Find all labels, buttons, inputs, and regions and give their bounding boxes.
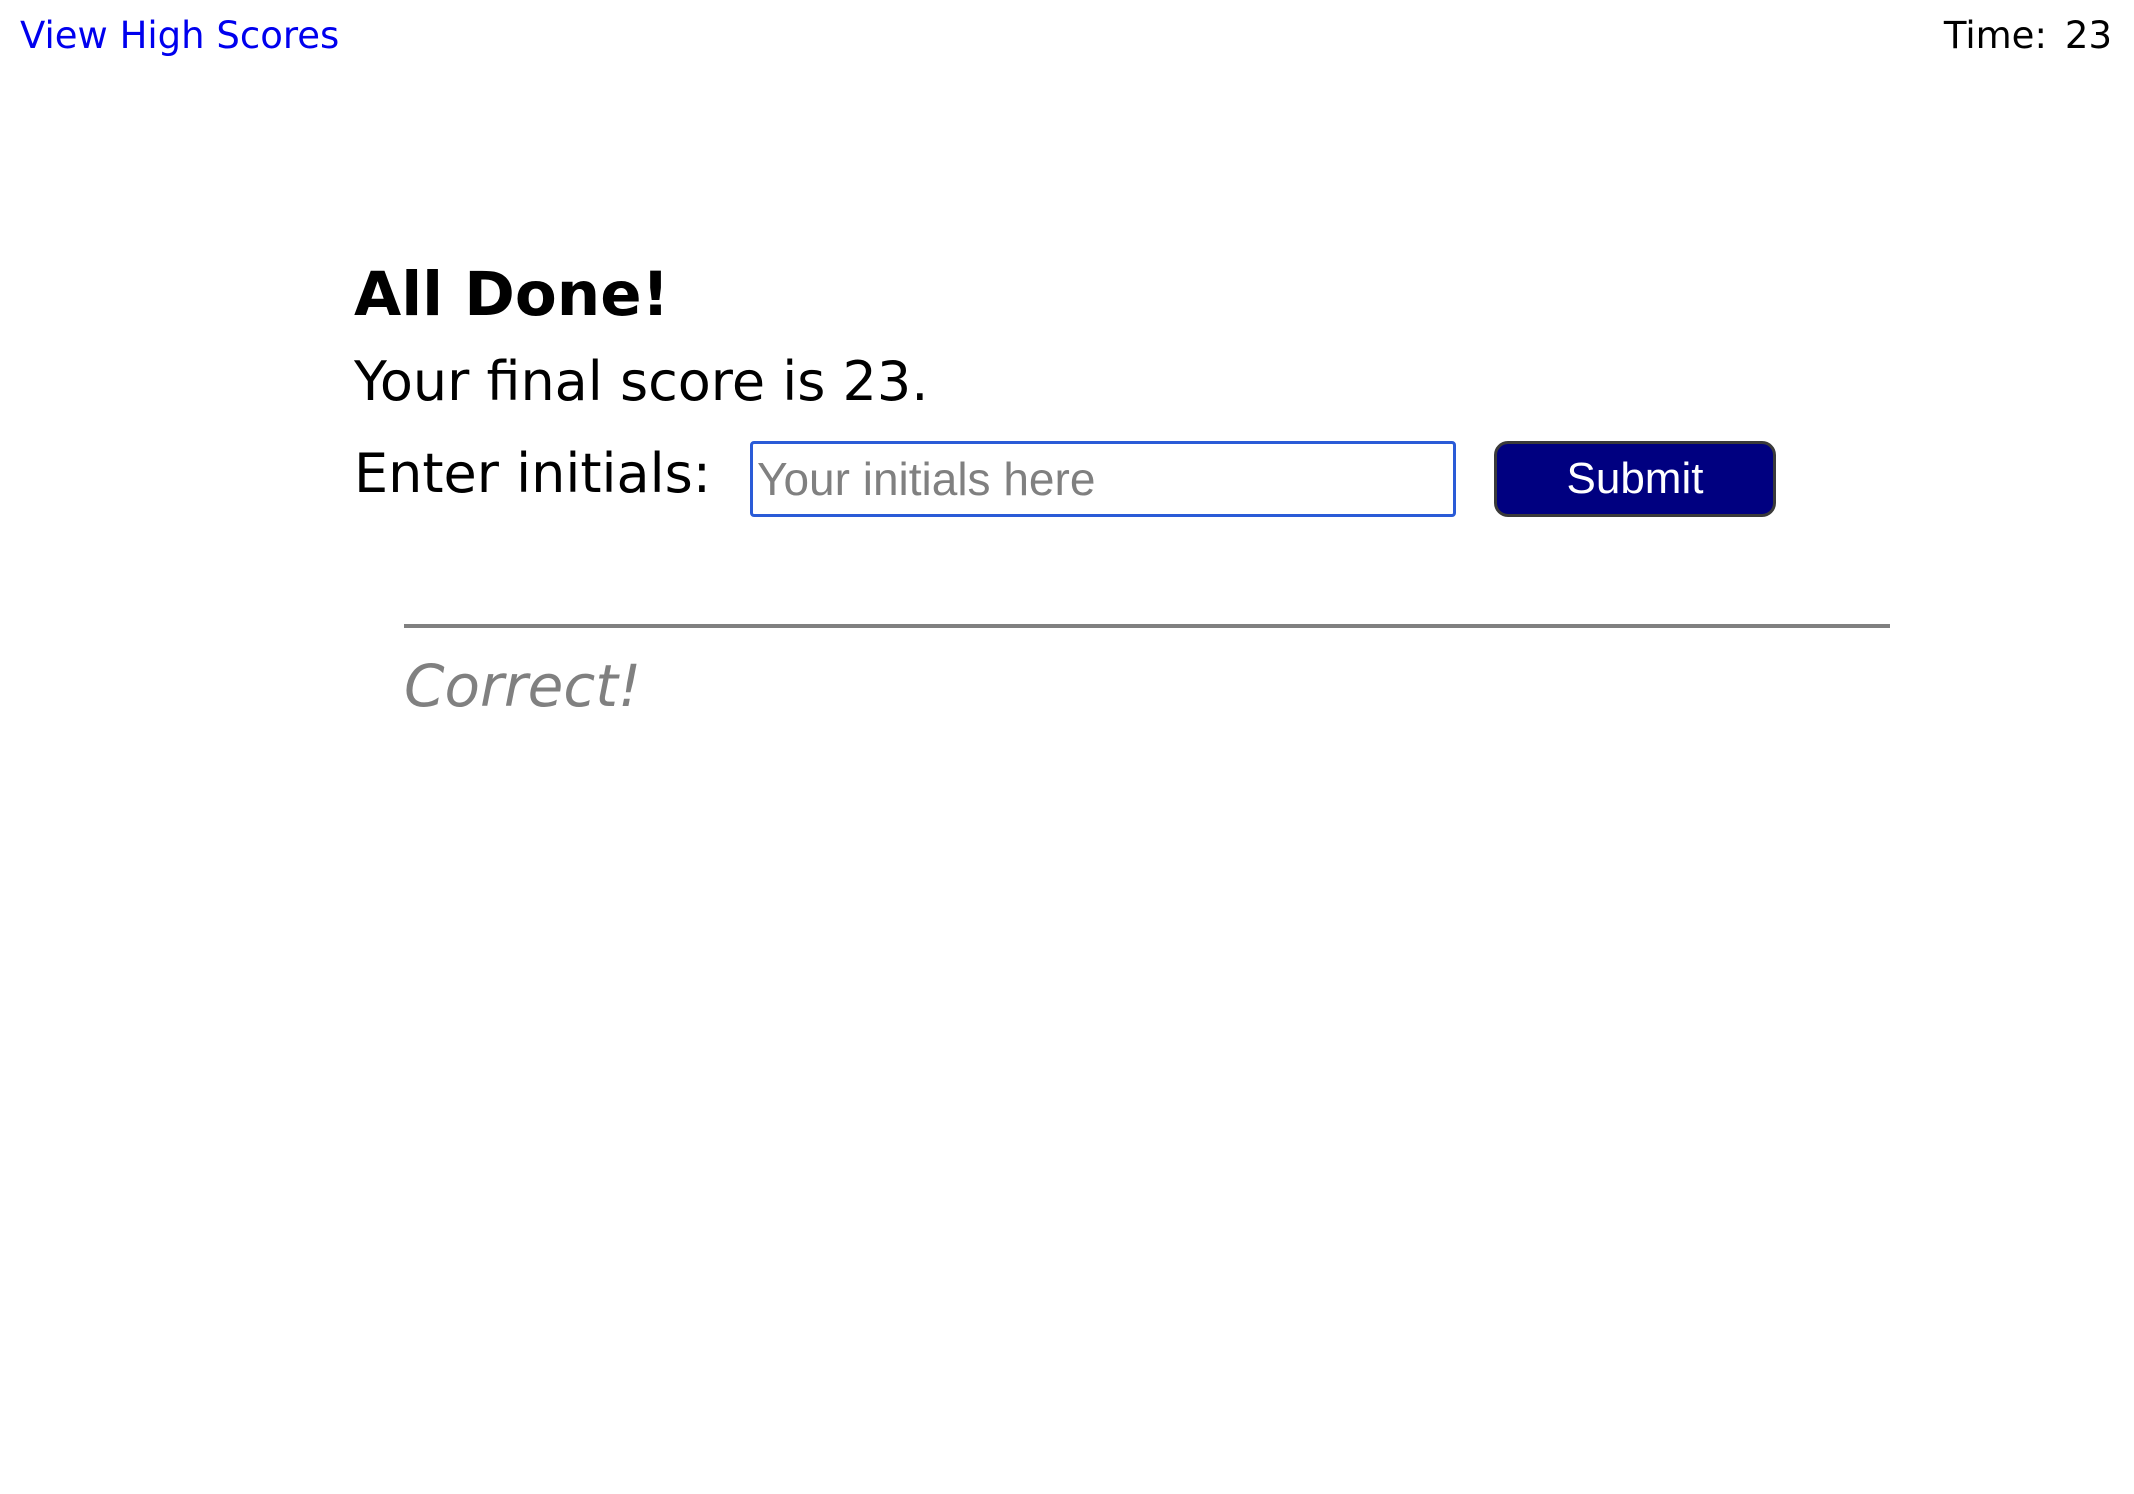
initials-input[interactable] xyxy=(750,441,1456,517)
feedback-text: Correct! xyxy=(404,652,642,720)
timer: Time: 23 xyxy=(1944,14,2112,57)
timer-label: Time: xyxy=(1943,14,2047,57)
initials-label: Enter initials: xyxy=(354,442,711,505)
page-title: All Done! xyxy=(354,259,670,330)
results-panel: All Done! Your final score is 23. Enter … xyxy=(354,255,1894,529)
view-high-scores-link[interactable]: View High Scores xyxy=(20,14,339,57)
final-score-text: Your final score is 23. xyxy=(354,350,929,413)
timer-value: 23 xyxy=(2064,14,2112,57)
top-bar: View High Scores Time: 23 xyxy=(0,0,2134,70)
answer-feedback: Correct! xyxy=(404,624,1890,726)
submit-button[interactable]: Submit xyxy=(1494,441,1776,517)
initials-form: Enter initials: Submit xyxy=(354,439,1894,529)
